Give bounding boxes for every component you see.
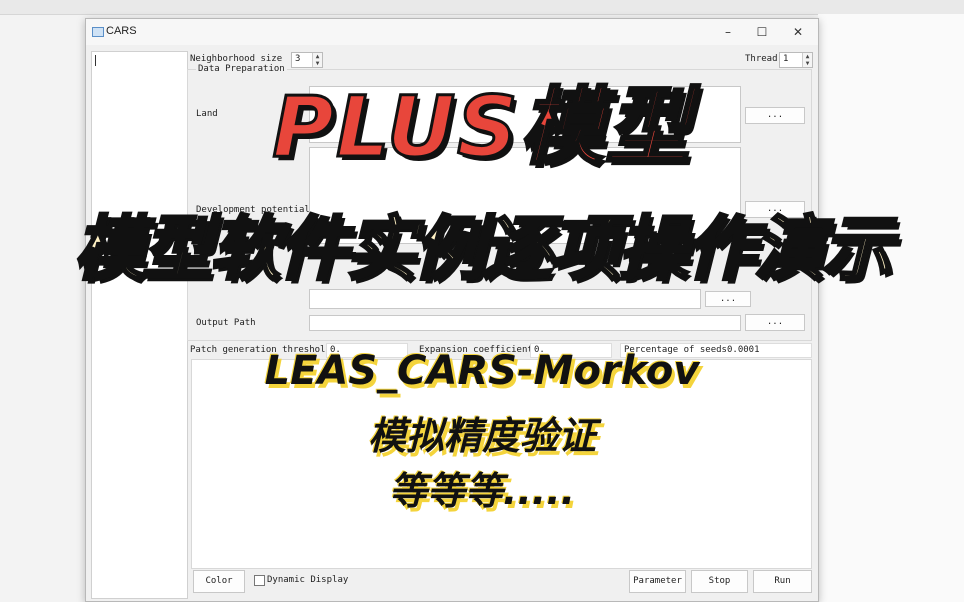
output-path-field[interactable] [309, 315, 741, 331]
output-path-browse-button[interactable]: ... [745, 314, 805, 331]
overlay-line-1: LEAS_CARS-Morkov [264, 348, 700, 394]
stop-button[interactable]: Stop [691, 570, 748, 593]
overlay-line-3: 等等等..... [388, 469, 576, 513]
background-app-bar [0, 0, 964, 15]
parameter-button[interactable]: Parameter [629, 570, 686, 593]
app-icon [92, 27, 104, 37]
overlay-line-2: 模拟精度验证 [367, 414, 596, 458]
window-title: CARS [106, 25, 137, 37]
overlay-title: PLUS模型 [271, 77, 692, 178]
minimize-icon[interactable]: – [712, 22, 744, 42]
dynamic-display-checkbox[interactable] [254, 575, 265, 586]
color-button[interactable]: Color [193, 570, 245, 593]
output-path-label: Output Path [196, 318, 256, 328]
title-bar[interactable]: CARS – ☐ ✕ [86, 19, 818, 45]
close-icon[interactable]: ✕ [782, 22, 814, 42]
maximize-icon[interactable]: ☐ [746, 22, 778, 42]
overlay-subtitle: 模型软件实例逐项操作演示 [73, 207, 894, 292]
dynamic-display-label: Dynamic Display [267, 575, 349, 585]
run-button[interactable]: Run [753, 570, 812, 593]
